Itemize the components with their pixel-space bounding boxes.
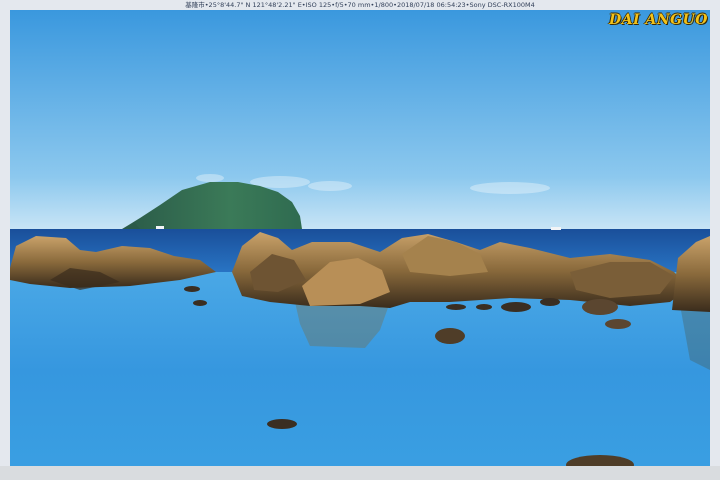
photo-frame: 基隆市•25°8'44.7" N 121°48'2.21" E•ISO 125•… [0, 0, 720, 480]
boat [551, 227, 561, 230]
exif-caption: 基隆市•25°8'44.7" N 121°48'2.21" E•ISO 125•… [185, 1, 535, 9]
landscape-photo [10, 10, 710, 470]
boat [156, 226, 164, 229]
sky [10, 10, 710, 232]
watermark-logo: DAI ANGUO [609, 12, 708, 28]
bottom-strip [0, 466, 720, 480]
photo-scene [10, 10, 710, 470]
